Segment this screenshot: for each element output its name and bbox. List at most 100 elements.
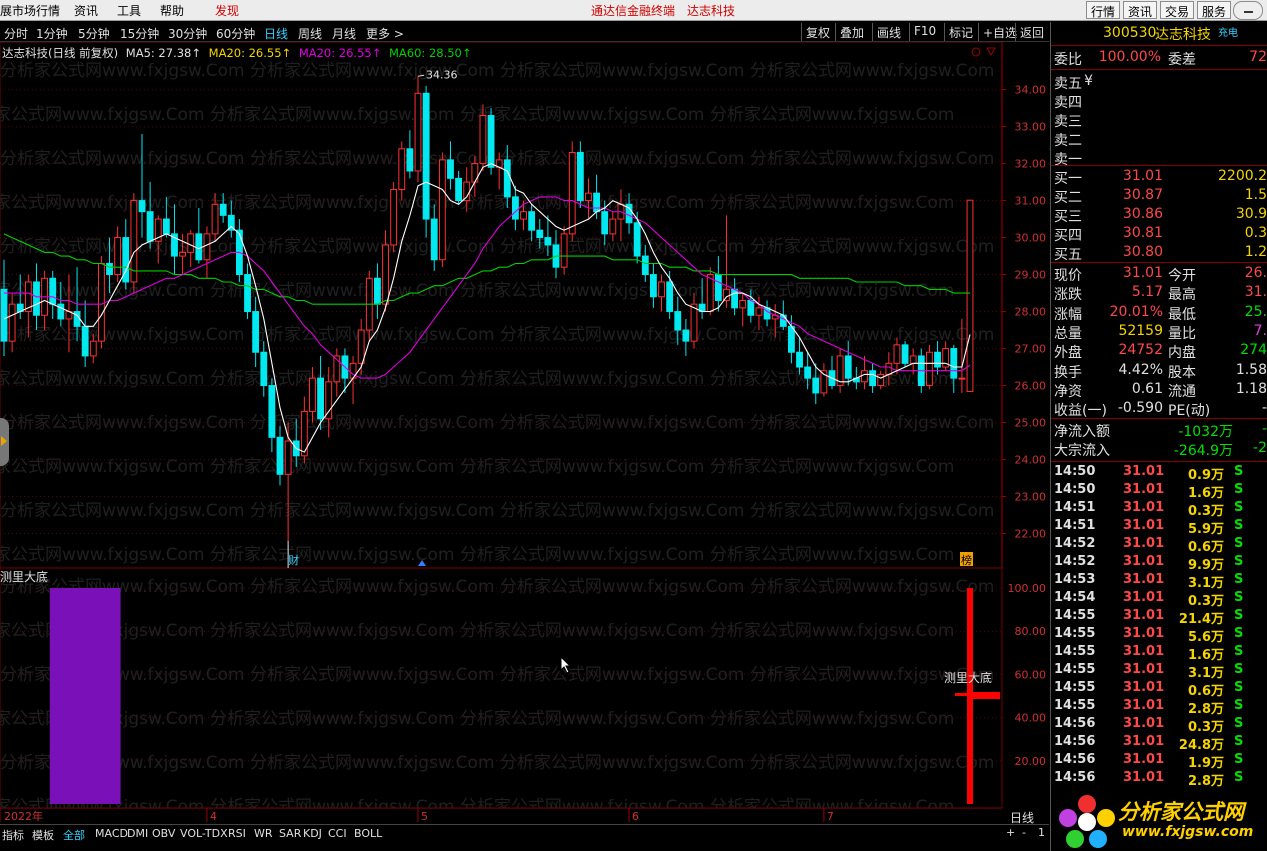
high-price-label: 34.36 — [426, 68, 458, 81]
watermark-text: 分析家公式网www.fxjgsw.Com 分析家公式网www.fxjgsw.Co… — [0, 457, 954, 477]
mark-button[interactable]: 标记 — [944, 23, 977, 41]
candle-body — [812, 377, 820, 394]
tick-volume: 5.6万 — [1187, 630, 1224, 645]
menu-market[interactable]: 展市场行情 — [0, 2, 60, 19]
menu-tools[interactable]: 工具 — [117, 2, 141, 19]
candle-body — [97, 262, 105, 342]
draw-line-button[interactable]: 画线 — [872, 23, 905, 41]
minimize-button[interactable] — [1233, 1, 1263, 20]
tick-time: 14:55 — [1054, 608, 1096, 623]
tick-time: 14:55 — [1054, 644, 1096, 659]
news-button[interactable]: 资讯 — [1123, 1, 1158, 19]
layout-button[interactable]: 1 — [1038, 826, 1045, 839]
stat-value-2: 31. — [1244, 284, 1267, 301]
tick-price: 31.01 — [1123, 698, 1165, 713]
expand-sidebar-handle[interactable] — [0, 418, 9, 466]
logo-title: 分析家公式网 — [1118, 800, 1244, 824]
tab-kdj[interactable]: KDJ — [303, 827, 322, 840]
candle — [244, 263, 251, 319]
tab-template[interactable]: 模板 — [32, 827, 54, 843]
stat-row: 总量 52159 量比 7. — [1051, 323, 1267, 342]
indicator-signal-mark — [955, 693, 969, 696]
settings-circle-icon[interactable] — [971, 47, 981, 57]
candle-body — [479, 114, 487, 165]
overlay-button[interactable]: 叠加 — [835, 23, 868, 41]
bid-row[interactable]: 买四 30.81 0.3 — [1051, 225, 1267, 244]
period-switch: 日线 + - 1 — [1002, 808, 1050, 842]
tab-obv[interactable]: OBV — [152, 827, 175, 840]
period-more[interactable]: 更多 > — [366, 25, 404, 42]
menu-news[interactable]: 资讯 — [74, 2, 98, 19]
service-button[interactable]: 服务 — [1197, 1, 1232, 19]
divider — [1051, 165, 1267, 166]
tick-side: S — [1234, 482, 1244, 497]
period-intraday[interactable]: 分时 — [4, 25, 28, 42]
tick-row: 14:53 31.01 3.1万 S — [1051, 572, 1267, 591]
tab-rsi[interactable]: RSI — [228, 827, 246, 840]
tab-dmi[interactable]: DMI — [127, 827, 148, 840]
tick-row: 14:55 31.01 5.6万 S — [1051, 626, 1267, 645]
candle — [81, 300, 89, 368]
restore-rights-button[interactable]: 复权 — [801, 23, 834, 41]
stock-tag: 充电 — [1218, 28, 1238, 39]
candle — [714, 256, 722, 312]
menu-discover[interactable]: 发现 — [215, 2, 239, 19]
kline-chart[interactable]: 分析家公式网www.fxjgsw.Com 分析家公式网www.fxjgsw.Co… — [0, 42, 1049, 568]
flow-value-2: - — [1261, 421, 1267, 437]
back-button[interactable]: 返回 — [1015, 23, 1048, 41]
tick-time: 14:55 — [1054, 662, 1096, 677]
bid-row[interactable]: 买二 30.87 1.5 — [1051, 187, 1267, 206]
tab-macd[interactable]: MACD — [95, 827, 128, 840]
tab-wr[interactable]: WR — [254, 827, 273, 840]
period-monthly[interactable]: 月线 — [332, 25, 356, 42]
tick-price: 31.01 — [1123, 716, 1165, 731]
candle-body — [666, 281, 674, 313]
trade-button[interactable]: 交易 — [1160, 1, 1195, 19]
tab-indicator[interactable]: 指标 — [2, 827, 24, 843]
tick-time: 14:50 — [1054, 482, 1096, 497]
ask-row: 卖四 — [1051, 92, 1267, 111]
tick-volume: 3.1万 — [1187, 666, 1224, 681]
zoom-out-button[interactable]: - — [1022, 826, 1026, 839]
ask-row: 卖二 — [1051, 130, 1267, 149]
candle-body — [706, 274, 714, 313]
finance-marker[interactable]: 财 — [288, 553, 299, 567]
period-weekly[interactable]: 周线 — [298, 25, 322, 42]
candle — [763, 300, 771, 327]
tab-sar[interactable]: SAR — [279, 827, 301, 840]
indicator-chart[interactable]: 分析家公式网www.fxjgsw.Com 分析家公式网www.fxjgsw.Co… — [0, 568, 1049, 808]
f10-button[interactable]: F10 — [909, 23, 940, 41]
arrow-right-icon — [1, 436, 7, 446]
menu-help[interactable]: 帮助 — [160, 2, 184, 19]
watermark-text: 分析家公式网www.fxjgsw.Com 分析家公式网www.fxjgsw.Co… — [0, 325, 994, 345]
order-ratio-row: 委比 100.00% 委差 72 — [1051, 49, 1267, 68]
candle-body — [503, 159, 511, 198]
candle-body — [739, 299, 747, 309]
order-diff-label: 委差 — [1168, 52, 1196, 68]
period-60min[interactable]: 60分钟 — [216, 25, 255, 42]
period-5min[interactable]: 5分钟 — [78, 25, 110, 42]
tab-vol-tdx[interactable]: VOL-TDX — [180, 827, 228, 840]
period-30min[interactable]: 30分钟 — [168, 25, 207, 42]
zoom-in-button[interactable]: + — [1006, 826, 1015, 839]
tick-time: 14:56 — [1054, 770, 1096, 785]
period-1min[interactable]: 1分钟 — [36, 25, 68, 42]
bid-row[interactable]: 买五 30.80 1.2 — [1051, 244, 1267, 263]
tab-cci[interactable]: CCI — [328, 827, 347, 840]
bid-row[interactable]: 买三 30.86 30.9 — [1051, 206, 1267, 225]
candle-body — [81, 325, 89, 357]
collapse-icon[interactable] — [986, 47, 996, 57]
tab-boll[interactable]: BOLL — [354, 827, 382, 840]
current-period-label[interactable]: 日线 — [1010, 809, 1034, 826]
candle-body — [869, 370, 877, 387]
period-15min[interactable]: 15分钟 — [120, 25, 159, 42]
candle-body — [268, 385, 276, 438]
tab-all[interactable]: 全部 — [63, 827, 85, 843]
ma5-legend: MA5: 27.38↑ — [125, 46, 201, 60]
period-daily[interactable]: 日线 — [264, 25, 288, 42]
bid-row[interactable]: 买一 31.01 2200.2 — [1051, 168, 1267, 187]
quote-button[interactable]: 行情 — [1086, 1, 1121, 19]
billboard-label[interactable]: 榜 — [961, 553, 972, 567]
tick-volume: 0.9万 — [1187, 468, 1224, 483]
candle-body — [309, 377, 316, 412]
